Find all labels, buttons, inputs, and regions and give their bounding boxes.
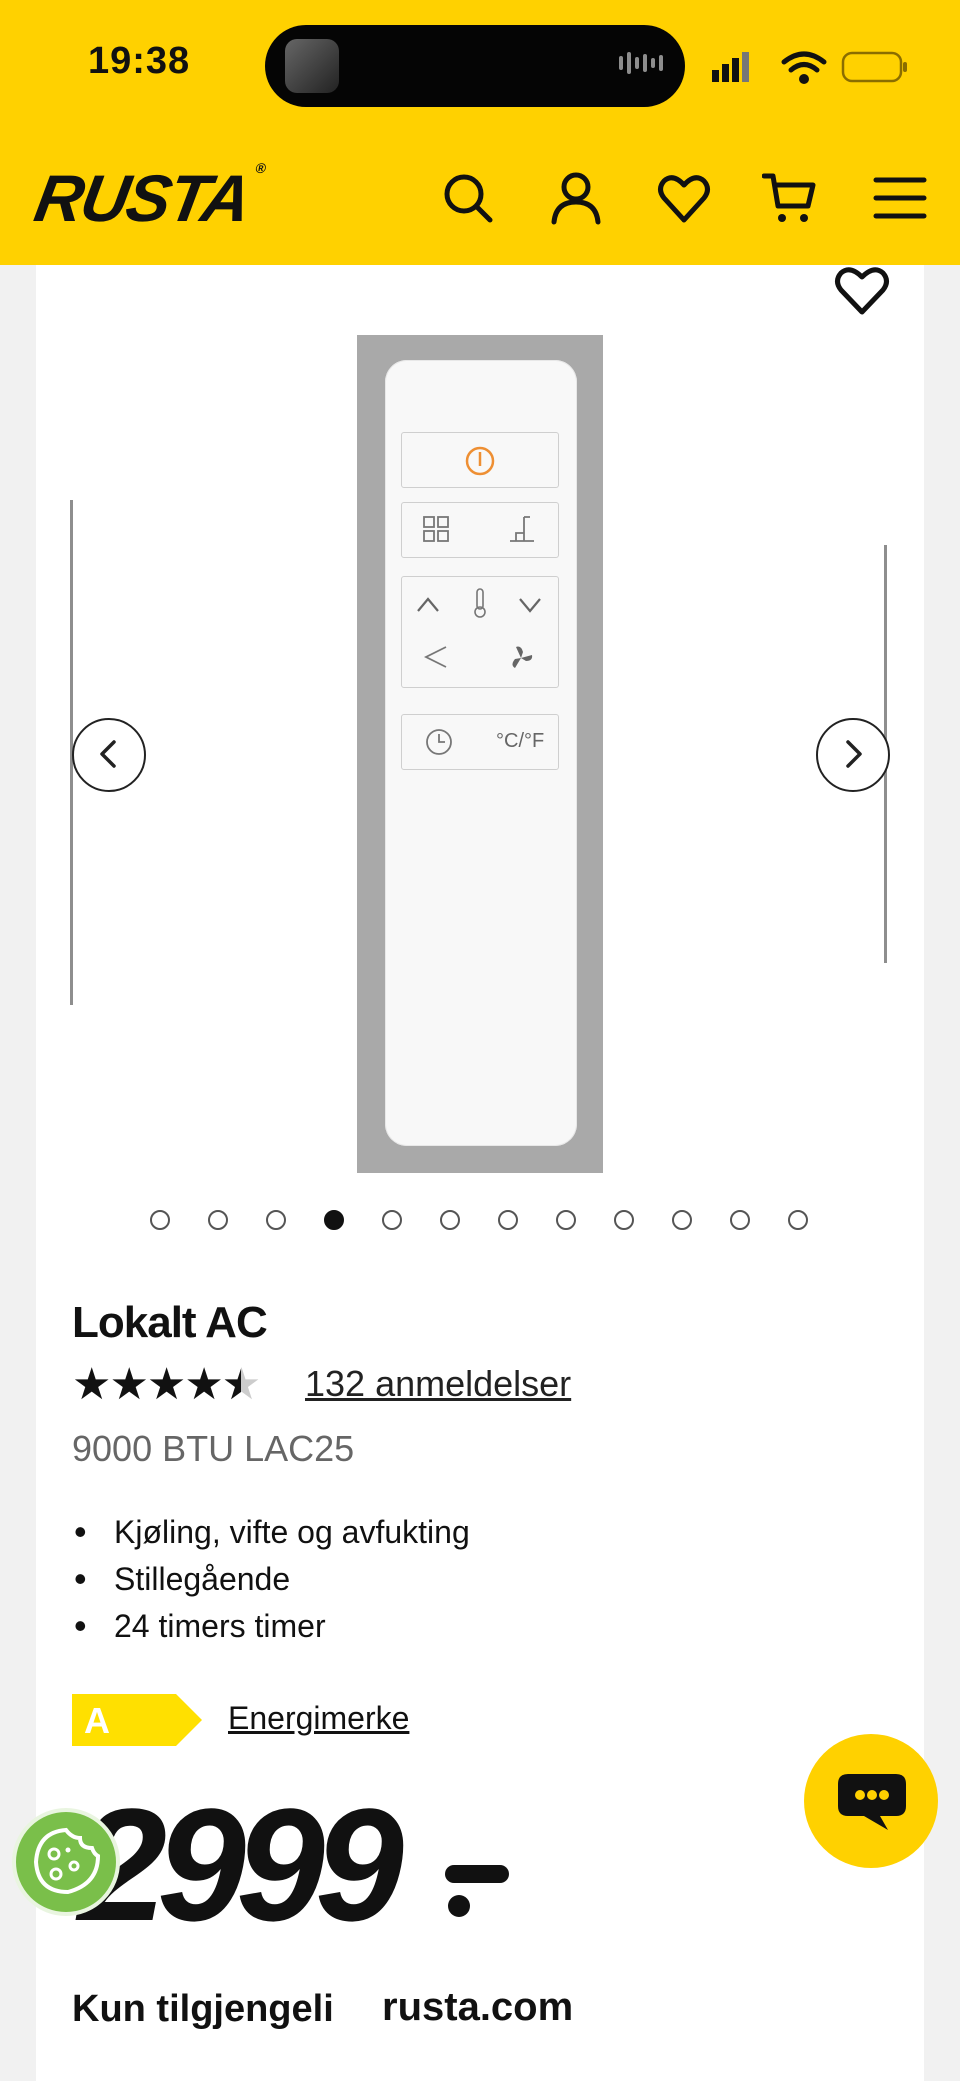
- mode-icon: [423, 516, 449, 542]
- down-icon: [519, 598, 541, 613]
- up-icon: [417, 597, 439, 612]
- gallery-dot-active[interactable]: [324, 1210, 344, 1230]
- dynamic-island: [265, 25, 685, 107]
- gallery-dot[interactable]: [672, 1210, 692, 1230]
- gallery-prev-button[interactable]: [72, 718, 146, 792]
- rusta-logo[interactable]: RUSTA®: [29, 160, 265, 236]
- now-playing-thumbnail: [285, 39, 339, 93]
- gallery-dot[interactable]: [788, 1210, 808, 1230]
- chevron-left-icon: [100, 740, 116, 768]
- menu-icon[interactable]: [872, 170, 928, 226]
- gallery-dot[interactable]: [556, 1210, 576, 1230]
- feature-item: 24 timers timer: [72, 1605, 470, 1655]
- chevron-right-icon: [846, 740, 862, 768]
- rating-stars: ★★★★★★: [72, 1360, 261, 1409]
- account-icon[interactable]: [548, 170, 604, 226]
- cart-icon[interactable]: [762, 170, 818, 226]
- audio-wave-icon: [619, 52, 663, 74]
- availability-text: Kun tilgjengeli: [72, 1988, 334, 2030]
- unit-toggle-label: °C/°F: [496, 730, 545, 752]
- status-icons: [712, 51, 907, 84]
- gallery-dot[interactable]: [440, 1210, 460, 1230]
- rating-star-half: ★★: [221, 1360, 261, 1409]
- price-dot: [448, 1895, 470, 1917]
- gallery-dot[interactable]: [614, 1210, 634, 1230]
- cookie-icon: [33, 1827, 101, 1895]
- feature-item: Kjøling, vifte og avfukting: [72, 1511, 470, 1561]
- thermometer-icon: [474, 588, 486, 618]
- browser-url[interactable]: rusta.com: [382, 1985, 573, 2030]
- chat-icon: [838, 1774, 906, 1830]
- power-button-panel: [401, 432, 559, 488]
- favorite-icon[interactable]: [832, 262, 892, 318]
- temperature-fan-panel: [401, 576, 559, 688]
- gallery-dot[interactable]: [208, 1210, 228, 1230]
- status-time: 19:38: [88, 40, 191, 82]
- gallery-dot[interactable]: [498, 1210, 518, 1230]
- feature-list: Kjøling, vifte og avfukting Stillegående…: [72, 1511, 470, 1655]
- timer-icon: [426, 729, 452, 755]
- gallery-next-button[interactable]: [816, 718, 890, 792]
- product-title: Lokalt AC: [72, 1298, 268, 1347]
- chat-button[interactable]: [804, 1734, 938, 1868]
- price-dash: [445, 1865, 509, 1883]
- gallery-dot[interactable]: [266, 1210, 286, 1230]
- product-price: 2999: [78, 1775, 404, 1954]
- battery-icon: [841, 51, 907, 83]
- sleep-icon: [510, 516, 534, 542]
- rating-stars-filled: ★★★★: [72, 1360, 224, 1409]
- gallery-dot[interactable]: [150, 1210, 170, 1230]
- fan-icon: [512, 646, 533, 668]
- gallery-pagination: [138, 1210, 818, 1238]
- gallery-dot[interactable]: [382, 1210, 402, 1230]
- search-icon[interactable]: [440, 170, 496, 226]
- power-icon: [465, 446, 495, 476]
- energy-label-link[interactable]: Energimerke: [228, 1700, 409, 1737]
- product-subtitle: 9000 BTU LAC25: [72, 1428, 355, 1469]
- remote-control-image: °C/°F: [385, 360, 577, 1146]
- swing-icon: [423, 646, 447, 668]
- wifi-icon: [781, 51, 827, 84]
- heart-icon[interactable]: [656, 170, 712, 226]
- signal-icon: [712, 52, 749, 82]
- mode-button-panel: [401, 502, 559, 558]
- site-header: 19:38 RUSTA®: [0, 0, 960, 265]
- reviews-link[interactable]: 132 anmeldelser: [305, 1363, 571, 1405]
- gallery-dot[interactable]: [730, 1210, 750, 1230]
- feature-item: Stillegående: [72, 1558, 470, 1608]
- cookie-settings-button[interactable]: [12, 1808, 120, 1916]
- energy-class-letter: A: [84, 1700, 110, 1741]
- timer-unit-panel: °C/°F: [401, 714, 559, 770]
